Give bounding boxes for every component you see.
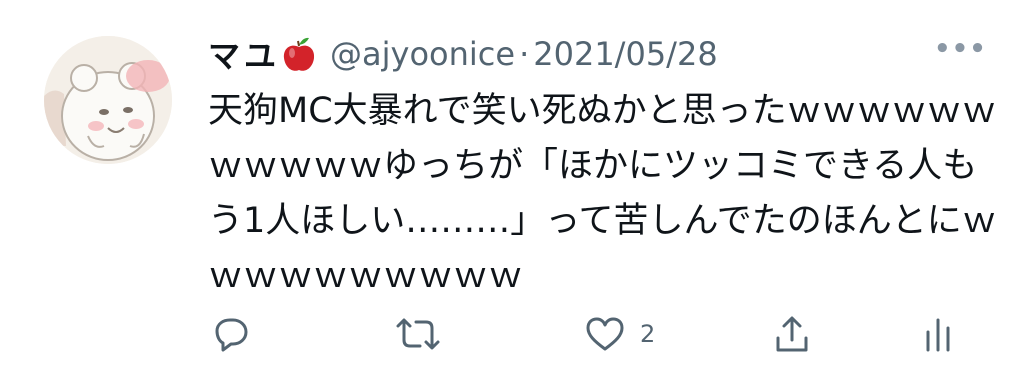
more-options-icon[interactable]: ••• [934,34,987,64]
separator-dot: · [519,35,530,73]
tweet-card[interactable]: マユ @ajyoonice · 2021/05/28 ••• 天狗MC大暴れで笑… [0,0,1024,379]
share-icon [776,316,808,352]
retweet-button[interactable] [394,314,442,354]
user-handle[interactable]: @ajyoonice [330,35,515,73]
analytics-button[interactable] [920,314,956,354]
reply-icon [215,318,248,352]
heart-icon [586,317,624,351]
tweet-header: マユ @ajyoonice · 2021/05/28 [208,28,718,80]
reply-button[interactable] [211,314,251,354]
action-bar: 2 [0,300,1024,370]
avatar[interactable] [44,36,172,164]
display-name[interactable]: マユ [208,31,280,77]
apple-emoji-icon [282,35,316,73]
analytics-icon [926,318,950,352]
like-count: 2 [640,320,656,348]
retweet-icon [396,318,440,350]
tweet-date[interactable]: 2021/05/28 [533,35,717,73]
avatar-image [44,36,172,164]
like-button[interactable]: 2 [584,314,655,354]
share-button[interactable] [772,314,812,356]
tweet-text: 天狗MC大暴れで笑い死ぬかと思ったｗｗｗｗｗｗｗｗｗｗｗゆっちが「ほかにツッコミ… [208,91,997,296]
